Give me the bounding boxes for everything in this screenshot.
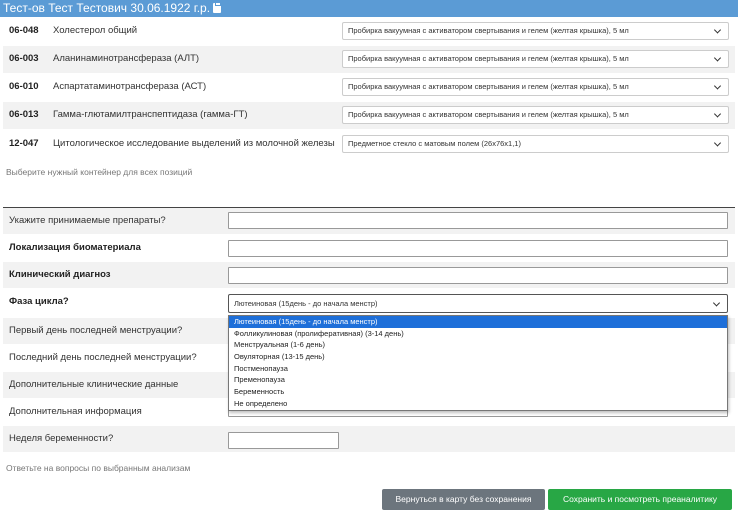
question-row: Неделя беременности?	[3, 426, 735, 452]
chevron-down-icon	[713, 82, 722, 90]
clinical-diagnosis-input[interactable]	[228, 267, 728, 284]
test-code: 06-003	[9, 53, 39, 64]
chevron-down-icon	[713, 110, 722, 118]
question-label: Клинический диагноз	[9, 269, 111, 280]
patient-header: Тест-ов Тест Тестович 30.06.1922 г.р.	[0, 0, 738, 17]
dropdown-option[interactable]: Фолликулиновая (пролиферативная) (3-14 д…	[229, 328, 727, 340]
question-row: Клинический диагноз	[3, 262, 735, 288]
test-name: Гамма-глютамилтранспептидаза (гамма-ГТ)	[53, 109, 248, 120]
question-row: Фаза цикла? Лютеиновая (15день - до нача…	[3, 289, 735, 315]
test-row: 06-010 Аспартатаминотрансфераза (АСТ) Пр…	[3, 74, 735, 101]
question-label: Укажите принимаемые препараты?	[9, 215, 166, 226]
dropdown-option[interactable]: Лютеиновая (15день - до начала менстр)	[229, 316, 727, 328]
cycle-phase-dropdown: Лютеиновая (15день - до начала менстр) Ф…	[228, 315, 728, 411]
test-name: Холестерол общий	[53, 25, 138, 36]
question-row: Локализация биоматериала	[3, 235, 735, 261]
back-without-save-button[interactable]: Вернуться в карту без сохранения	[382, 489, 545, 510]
test-code: 06-010	[9, 81, 39, 92]
question-row: Укажите принимаемые препараты?	[3, 208, 735, 234]
test-name: Аспартатаминотрансфераза (АСТ)	[53, 81, 207, 92]
question-label: Последний день последней менструации?	[9, 352, 197, 363]
questions-hint: Ответьте на вопросы по выбранным анализа…	[6, 463, 191, 473]
clipboard-icon[interactable]	[213, 2, 222, 13]
dropdown-option[interactable]: Овуляторная (13-15 день)	[229, 351, 727, 363]
question-label: Локализация биоматериала	[9, 242, 141, 253]
container-select[interactable]: Пробирка вакуумная с активатором свертыв…	[342, 22, 729, 40]
test-row: 06-048 Холестерол общий Пробирка вакуумн…	[3, 18, 735, 45]
test-row: 06-003 Аланинаминотрансфераза (АЛТ) Проб…	[3, 46, 735, 73]
test-name: Цитологическое исследование выделений из…	[53, 138, 335, 149]
container-select[interactable]: Пробирка вакуумная с активатором свертыв…	[342, 106, 729, 124]
test-code: 06-048	[9, 25, 39, 36]
chevron-down-icon	[712, 298, 721, 307]
test-code: 06-013	[9, 109, 39, 120]
dropdown-option[interactable]: Пременопауза	[229, 374, 727, 386]
dropdown-option[interactable]: Беременность	[229, 386, 727, 398]
question-label: Первый день последней менструации?	[9, 325, 183, 336]
chevron-down-icon	[713, 139, 722, 147]
container-hint: Выберите нужный контейнер для всех позиц…	[6, 167, 193, 177]
dropdown-option[interactable]: Постменопауза	[229, 363, 727, 375]
test-code: 12-047	[9, 138, 39, 149]
dropdown-option[interactable]: Менструальная (1-6 день)	[229, 339, 727, 351]
chevron-down-icon	[713, 54, 722, 62]
medications-input[interactable]	[228, 212, 728, 229]
save-and-view-button[interactable]: Сохранить и посмотреть преаналитику	[548, 489, 732, 510]
container-select[interactable]: Пробирка вакуумная с активатором свертыв…	[342, 78, 729, 96]
patient-title: Тест-ов Тест Тестович 30.06.1922 г.р.	[3, 1, 211, 15]
question-label: Неделя беременности?	[9, 433, 114, 444]
test-row: 06-013 Гамма-глютамилтранспептидаза (гам…	[3, 102, 735, 129]
chevron-down-icon	[713, 26, 722, 34]
page: Тест-ов Тест Тестович 30.06.1922 г.р. 06…	[0, 0, 738, 513]
container-select[interactable]: Пробирка вакуумная с активатором свертыв…	[342, 50, 729, 68]
biomaterial-location-input[interactable]	[228, 240, 728, 257]
question-label: Дополнительная информация	[9, 406, 142, 417]
pregnancy-week-input[interactable]	[228, 432, 339, 449]
question-label: Фаза цикла?	[9, 296, 69, 307]
test-name: Аланинаминотрансфераза (АЛТ)	[53, 53, 200, 64]
dropdown-option[interactable]: Не определено	[229, 398, 727, 410]
test-row: 12-047 Цитологическое исследование выдел…	[3, 131, 735, 158]
question-label: Дополнительные клинические данные	[9, 379, 179, 390]
cycle-phase-select[interactable]: Лютеиновая (15день - до начала менстр)	[228, 294, 728, 313]
container-select[interactable]: Предметное стекло с матовым полем (26х76…	[342, 135, 729, 153]
